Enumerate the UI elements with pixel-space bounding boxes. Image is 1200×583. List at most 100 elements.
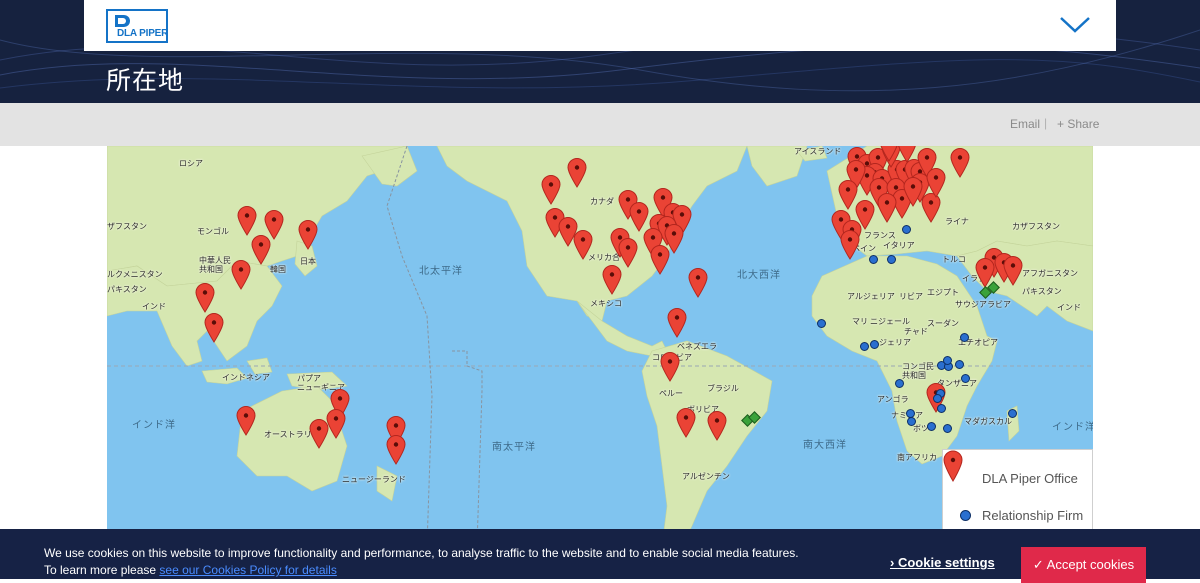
office-pin-icon[interactable]: [602, 265, 622, 295]
office-pin-icon[interactable]: [237, 206, 257, 236]
label-saudi: サウジアラビア: [955, 300, 1011, 309]
legend-office-label: DLA Piper Office: [982, 471, 1078, 486]
label-southafrica: 南アフリカ: [897, 453, 937, 462]
relationship-firm-marker[interactable]: [907, 417, 916, 426]
office-pin-icon[interactable]: [618, 238, 638, 268]
relationship-firm-marker[interactable]: [887, 255, 896, 264]
label-pakistan-west: パキスタン: [107, 285, 147, 294]
relationship-firm-marker[interactable]: [943, 424, 952, 433]
office-pin-icon[interactable]: [879, 146, 899, 162]
share-link[interactable]: + Share: [1057, 117, 1099, 131]
label-kazakhstan-east: カザフスタン: [1012, 222, 1060, 231]
office-pin-icon[interactable]: [840, 230, 860, 260]
page-title: 所在地: [106, 66, 185, 95]
relationship-firm-marker[interactable]: [943, 356, 952, 365]
office-pin-icon[interactable]: [567, 158, 587, 188]
office-pin-icon[interactable]: [195, 283, 215, 313]
office-pin-icon[interactable]: [667, 308, 687, 338]
label-chad: チャド: [904, 327, 928, 336]
label-congo: コンゴ民 共和国: [902, 362, 934, 380]
cookie-policy-link[interactable]: see our Cookies Policy for details: [159, 563, 336, 577]
label-angola: アンゴラ: [877, 395, 909, 404]
label-korea: 韓国: [270, 265, 286, 274]
label-italy: イタリア: [883, 241, 915, 250]
label-canada: カナダ: [590, 197, 614, 206]
label-indonesia: インドネシア: [222, 373, 270, 382]
office-pin-icon: [943, 450, 963, 482]
label-libya: リビア: [899, 292, 923, 301]
accept-cookies-button[interactable]: ✓ Accept cookies: [1021, 547, 1146, 583]
office-pin-icon[interactable]: [877, 193, 897, 223]
label-turkmenistan: ルクメニスタン: [107, 270, 163, 279]
hero-banner: DLA PIPER 所在地: [0, 0, 1200, 103]
relationship-firm-marker[interactable]: [860, 342, 869, 351]
label-mali: マリ: [852, 317, 868, 326]
office-pin-icon[interactable]: [660, 352, 680, 382]
label-mexico: メキシコ: [590, 299, 622, 308]
label-algeria: アルジェリア: [847, 292, 895, 301]
label-south-atlantic: 南大西洋: [803, 440, 847, 451]
office-pin-icon[interactable]: [386, 435, 406, 465]
office-pin-icon[interactable]: [541, 175, 561, 205]
cookie-settings-button[interactable]: › Cookie settings: [890, 555, 995, 570]
office-pin-icon[interactable]: [204, 313, 224, 343]
office-pin-icon[interactable]: [950, 148, 970, 178]
label-north-atlantic: 北大西洋: [737, 270, 781, 281]
office-pin-icon[interactable]: [707, 411, 727, 441]
relationship-firm-marker[interactable]: [960, 333, 969, 342]
relationship-firm-marker[interactable]: [895, 379, 904, 388]
office-pin-icon[interactable]: [231, 260, 251, 290]
utility-bar: Email | + Share: [0, 103, 1200, 146]
label-mongolia: モンゴル: [197, 227, 229, 236]
office-pin-icon[interactable]: [1003, 256, 1023, 286]
office-pin-icon[interactable]: [688, 268, 708, 298]
logo-text: DLA PIPER: [117, 28, 169, 39]
label-kazakhstan-west: ザフスタン: [107, 222, 147, 231]
office-pin-icon[interactable]: [251, 235, 271, 265]
label-china: 中華人民 共和国: [199, 256, 231, 274]
office-pin-icon[interactable]: [903, 177, 923, 207]
office-locations-map[interactable]: ロシア ザフスタン モンゴル 中華人民 共和国 韓国 日本 ルクメニスタン パキ…: [107, 146, 1093, 546]
label-indian-ocean-west: インド洋: [132, 420, 176, 431]
label-sudan: スーダン: [927, 319, 959, 328]
relationship-firm-marker[interactable]: [955, 360, 964, 369]
legend-relationship-label: Relationship Firm: [982, 508, 1084, 523]
label-newzealand: ニュージーランド: [342, 475, 406, 484]
label-russia: ロシア: [179, 159, 203, 168]
relationship-firm-marker[interactable]: [933, 394, 942, 403]
relationship-firm-marker[interactable]: [869, 255, 878, 264]
label-north-pacific: 北太平洋: [419, 266, 463, 277]
email-link[interactable]: Email: [1010, 117, 1040, 131]
label-india-east: インド: [1057, 303, 1081, 312]
office-pin-icon[interactable]: [650, 245, 670, 275]
office-pin-icon[interactable]: [326, 409, 346, 439]
label-iceland: アイスランド: [794, 147, 842, 156]
label-peru: ペルー: [659, 389, 683, 398]
menu-toggle-button[interactable]: [1058, 12, 1092, 38]
label-turkey: トルコ: [942, 255, 966, 264]
relationship-firm-marker[interactable]: [937, 404, 946, 413]
label-nigeria: ジェリア: [879, 338, 911, 347]
relationship-firm-marker[interactable]: [1008, 409, 1017, 418]
chevron-down-icon: [1060, 17, 1090, 33]
office-pin-icon[interactable]: [573, 230, 593, 260]
top-navigation-bar: DLA PIPER: [84, 0, 1116, 51]
cookie-consent-bar: We use cookies on this website to improv…: [0, 529, 1200, 583]
cookie-message: We use cookies on this website to improv…: [44, 545, 804, 579]
office-pin-icon[interactable]: [676, 408, 696, 438]
dla-piper-logo[interactable]: DLA PIPER: [106, 9, 168, 43]
label-brazil: ブラジル: [707, 384, 739, 393]
relationship-firm-marker[interactable]: [927, 422, 936, 431]
relationship-dot-icon: [960, 510, 971, 521]
office-pin-icon[interactable]: [298, 220, 318, 250]
label-indian-ocean-east: インド洋: [1052, 422, 1093, 433]
relationship-firm-marker[interactable]: [870, 340, 879, 349]
office-pin-icon[interactable]: [897, 146, 917, 163]
relationship-firm-marker[interactable]: [902, 225, 911, 234]
label-south-pacific: 南太平洋: [492, 442, 536, 453]
relationship-firm-marker[interactable]: [961, 374, 970, 383]
cookie-message-text: We use cookies on this website to improv…: [44, 546, 799, 577]
office-pin-icon[interactable]: [926, 168, 946, 198]
office-pin-icon[interactable]: [236, 406, 256, 436]
relationship-firm-marker[interactable]: [817, 319, 826, 328]
